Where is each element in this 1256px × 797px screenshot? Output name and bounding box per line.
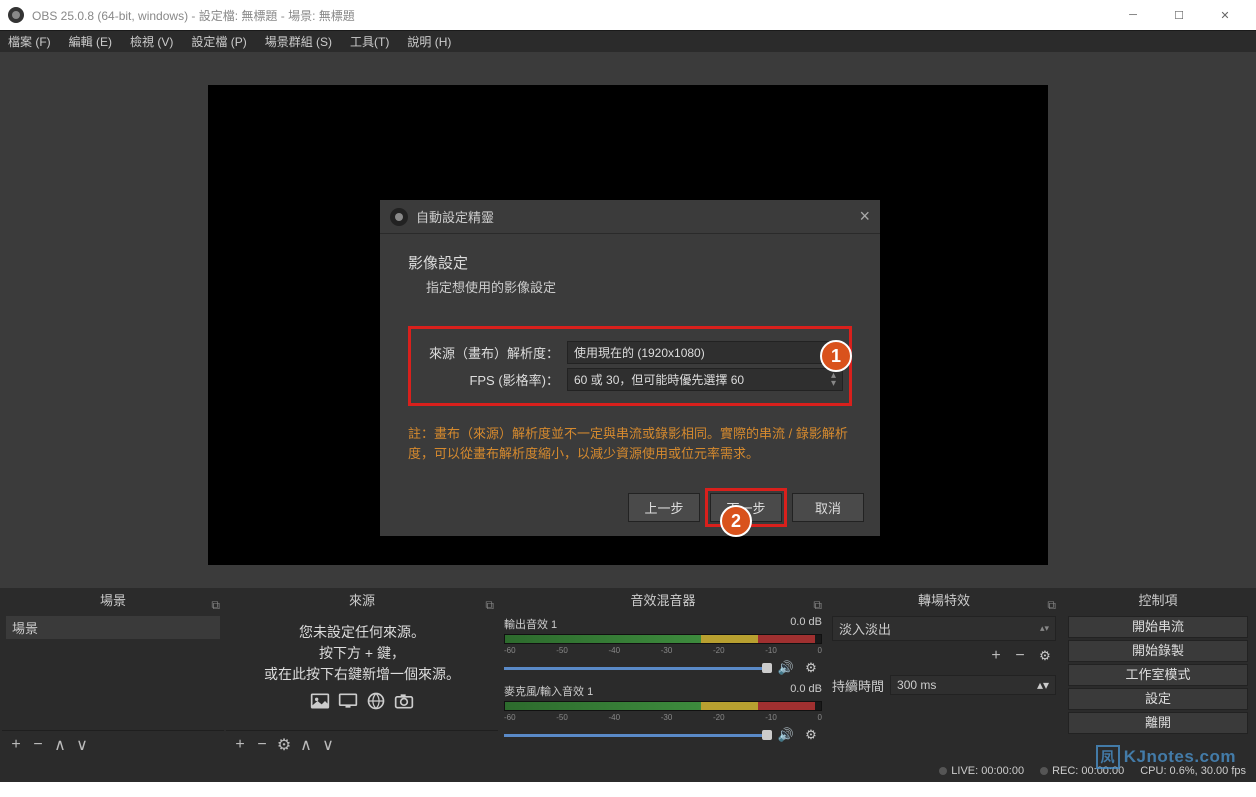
watermark-icon: 凤 (1096, 745, 1120, 769)
studio-mode-button[interactable]: 工作室模式 (1068, 664, 1248, 686)
dialog-heading: 影像設定 (408, 252, 852, 273)
add-transition-button[interactable]: + (986, 646, 1006, 666)
window-title: OBS 25.0.8 (64-bit, windows) - 設定檔: 無標題 … (32, 7, 355, 24)
source-settings-button[interactable]: ⚙ (274, 735, 294, 755)
globe-icon (366, 691, 386, 714)
dialog-title: 自動設定精靈 (416, 207, 494, 226)
channel-db: 0.0 dB (790, 683, 822, 699)
controls-title: 控制項 (1138, 593, 1177, 608)
menu-bar: 檔案 (F) 編輯 (E) 檢視 (V) 設定檔 (P) 場景群組 (S) 工具… (0, 30, 1256, 52)
menu-profile[interactable]: 設定檔 (P) (191, 33, 246, 50)
meter-ticks: -60-50-40-30-20-100 (504, 713, 822, 722)
scenes-title: 場景 (100, 593, 126, 608)
annotation-badge-2: 2 (720, 505, 752, 537)
close-icon[interactable]: × (859, 206, 870, 227)
rec-dot-icon (1040, 767, 1048, 775)
scene-item[interactable]: 場景 (6, 616, 220, 639)
remove-transition-button[interactable]: − (1010, 646, 1030, 666)
scene-up-button[interactable]: ∧ (50, 735, 70, 755)
add-source-button[interactable]: + (230, 735, 250, 755)
sources-title: 來源 (349, 593, 375, 608)
scene-down-button[interactable]: ∨ (72, 735, 92, 755)
dock-panels: 場景⧉ 場景 + − ∧ ∨ 來源⧉ 您未設定任何來源。 按下方 + 鍵， 或在… (0, 588, 1256, 760)
camera-icon (394, 691, 414, 714)
prev-button[interactable]: 上一步 (628, 493, 700, 522)
gear-icon[interactable]: ⚙ (1034, 645, 1056, 667)
popout-icon[interactable]: ⧉ (1047, 594, 1056, 616)
mixer-channel: 麥克風/輸入音效 1 0.0 dB -60-50-40-30-20-100 🔊 ⚙ (504, 683, 822, 746)
gear-icon[interactable]: ⚙ (800, 657, 822, 679)
resolution-select[interactable]: 使用現在的 (1920x1080)▴▾ (567, 341, 843, 364)
settings-button[interactable]: 設定 (1068, 688, 1248, 710)
image-icon (310, 691, 330, 714)
duration-label: 持續時間 (832, 676, 884, 695)
mixer-panel: 音效混音器 ⧉ 輸出音效 1 0.0 dB -60-50-40-30-20-100 … (500, 590, 826, 758)
remove-source-button[interactable]: − (252, 735, 272, 755)
source-up-button[interactable]: ∧ (296, 735, 316, 755)
speaker-icon[interactable]: 🔊 (778, 660, 794, 676)
scenes-panel: 場景⧉ 場景 + − ∧ ∨ (2, 590, 224, 758)
settings-highlight-box: 來源（畫布）解析度： 使用現在的 (1920x1080)▴▾ FPS (影格率)… (408, 326, 852, 406)
live-status: LIVE: 00:00:00 (951, 765, 1024, 777)
close-button[interactable]: ✕ (1202, 0, 1248, 30)
dialog-note: 註：畫布（來源）解析度並不一定與串流或錄影相同。實際的串流 / 錄影解析度，可以… (408, 424, 852, 463)
status-bar: LIVE: 00:00:00 REC: 00:00:00 CPU: 0.6%, … (0, 760, 1256, 782)
volume-meter (504, 701, 822, 711)
meter-ticks: -60-50-40-30-20-100 (504, 646, 822, 655)
popout-icon[interactable]: ⧉ (211, 594, 220, 616)
add-scene-button[interactable]: + (6, 735, 26, 755)
chevron-updown-icon: ▴▾ (1037, 678, 1049, 692)
transitions-title: 轉場特效 (918, 593, 970, 608)
menu-view[interactable]: 檢視 (V) (130, 33, 173, 50)
controls-panel: 控制項 開始串流 開始錄製 工作室模式 設定 離開 (1062, 590, 1254, 758)
menu-file[interactable]: 檔案 (F) (8, 33, 51, 50)
minimize-button[interactable]: ─ (1110, 0, 1156, 30)
remove-scene-button[interactable]: − (28, 735, 48, 755)
transitions-panel: 轉場特效 ⧉ 淡入淡出▴▾ + − ⚙ 持續時間 300 ms▴▾ (828, 590, 1060, 758)
maximize-button[interactable]: ☐ (1156, 0, 1202, 30)
obs-icon (8, 7, 24, 23)
menu-help[interactable]: 說明 (H) (407, 33, 451, 50)
menu-edit[interactable]: 編輯 (E) (69, 33, 112, 50)
chevron-updown-icon: ▴▾ (831, 372, 836, 388)
resolution-label: 來源（畫布）解析度： (417, 343, 567, 362)
mixer-channel: 輸出音效 1 0.0 dB -60-50-40-30-20-100 🔊 ⚙ (504, 616, 822, 679)
speaker-icon[interactable]: 🔊 (778, 727, 794, 743)
volume-slider[interactable] (504, 667, 772, 670)
start-stream-button[interactable]: 開始串流 (1068, 616, 1248, 638)
popout-icon[interactable]: ⧉ (485, 594, 494, 616)
fps-select[interactable]: 60 或 30，但可能時優先選擇 60▴▾ (567, 368, 843, 391)
start-record-button[interactable]: 開始錄製 (1068, 640, 1248, 662)
menu-tools[interactable]: 工具(T) (350, 33, 389, 50)
watermark: 凤 KJnotes.com (1096, 745, 1236, 769)
obs-icon (390, 208, 408, 226)
volume-meter (504, 634, 822, 644)
live-dot-icon (939, 767, 947, 775)
fps-label: FPS (影格率)： (417, 370, 567, 389)
channel-db: 0.0 dB (790, 616, 822, 632)
duration-input[interactable]: 300 ms▴▾ (890, 675, 1056, 695)
sources-hint: 您未設定任何來源。 按下方 + 鍵， 或在此按下右鍵新增一個來源。 (230, 616, 494, 685)
exit-button[interactable]: 離開 (1068, 712, 1248, 734)
menu-scene-collection[interactable]: 場景群組 (S) (265, 33, 332, 50)
chevron-updown-icon: ▴▾ (1040, 623, 1049, 634)
window-titlebar: OBS 25.0.8 (64-bit, windows) - 設定檔: 無標題 … (0, 0, 1256, 30)
mixer-title: 音效混音器 (630, 593, 695, 608)
volume-slider[interactable] (504, 734, 772, 737)
channel-name: 輸出音效 1 (504, 616, 557, 632)
channel-name: 麥克風/輸入音效 1 (504, 683, 593, 699)
transition-select[interactable]: 淡入淡出▴▾ (832, 616, 1056, 641)
auto-config-wizard-dialog: 自動設定精靈 × 影像設定 指定想使用的影像設定 來源（畫布）解析度： 使用現在… (380, 200, 880, 536)
popout-icon[interactable]: ⧉ (813, 594, 822, 616)
dialog-subheading: 指定想使用的影像設定 (426, 277, 852, 296)
display-icon (338, 691, 358, 714)
gear-icon[interactable]: ⚙ (800, 724, 822, 746)
sources-panel: 來源⧉ 您未設定任何來源。 按下方 + 鍵， 或在此按下右鍵新增一個來源。 + … (226, 590, 498, 758)
annotation-badge-1: 1 (820, 340, 852, 372)
source-down-button[interactable]: ∨ (318, 735, 338, 755)
cancel-button[interactable]: 取消 (792, 493, 864, 522)
